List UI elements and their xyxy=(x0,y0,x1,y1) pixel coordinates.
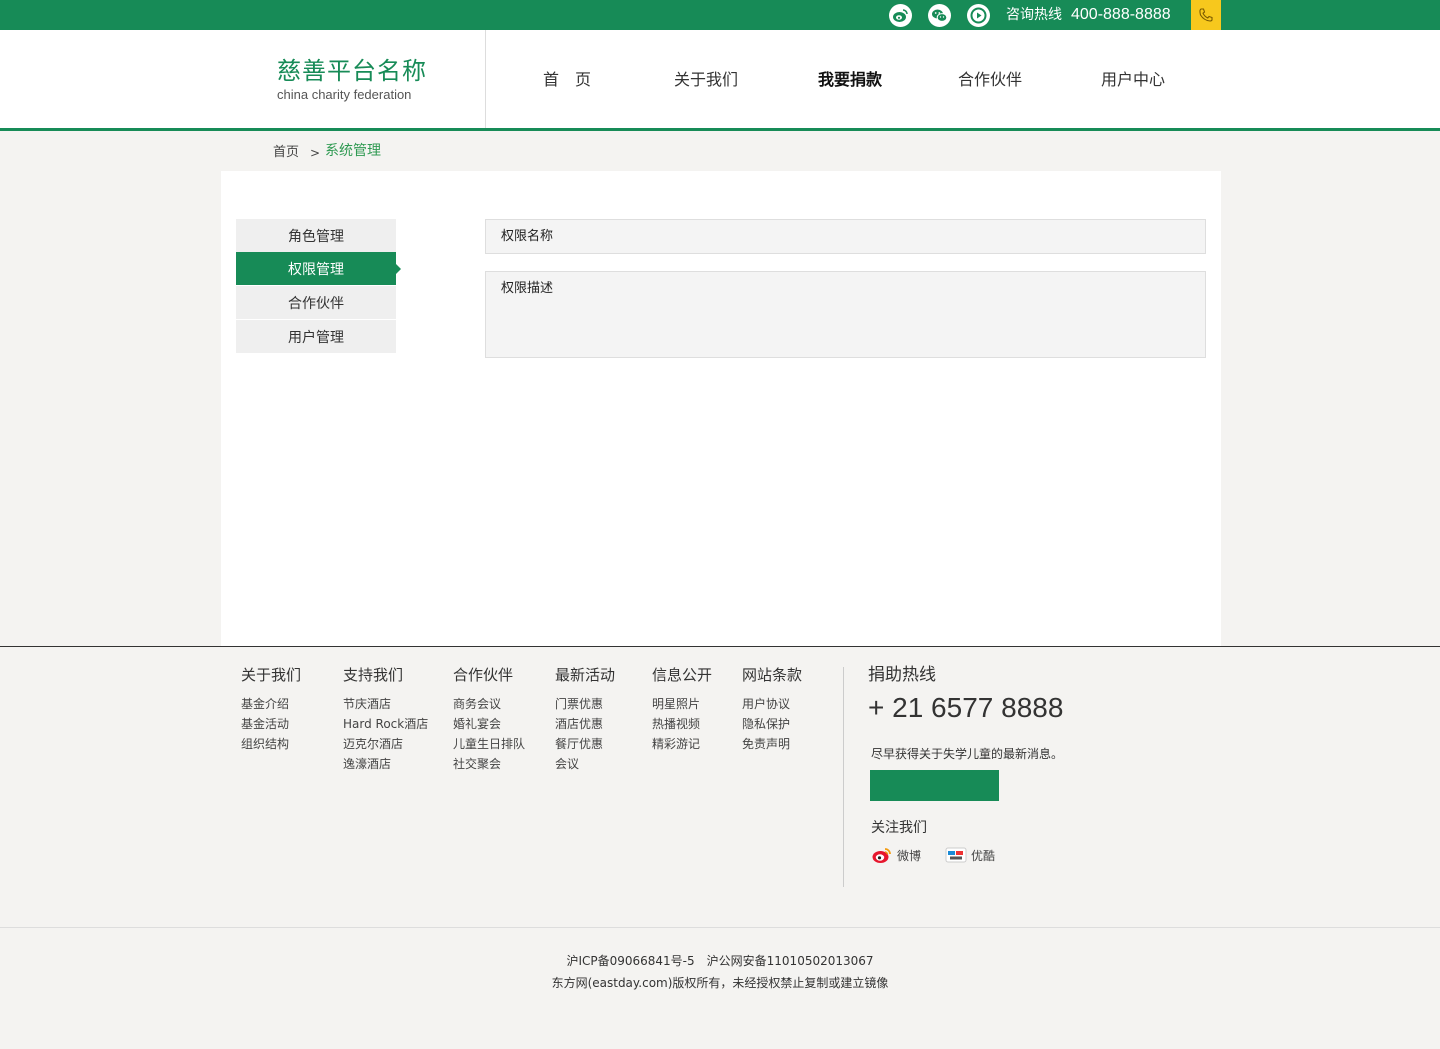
footer-divider xyxy=(843,667,844,887)
footer-col-title: 支持我们 xyxy=(343,666,404,684)
footer-link[interactable]: 基金介绍 xyxy=(241,697,289,711)
icp-record: 沪ICP备09066841号-5 沪公网安备11010502013067 xyxy=(566,954,874,968)
hotline-number: 400-888-8888 xyxy=(1071,6,1171,23)
donation-hotline-title: 捐助热线 xyxy=(868,665,936,685)
phone-icon[interactable] xyxy=(1191,0,1221,30)
footer-col-title: 最新活动 xyxy=(555,666,616,684)
weibo-icon xyxy=(871,846,893,864)
footer-top-border xyxy=(0,646,1440,647)
breadcrumb-separator: > xyxy=(310,146,321,160)
breadcrumb-home[interactable]: 首页 xyxy=(273,145,299,161)
footer-col-title: 网站条款 xyxy=(742,666,803,684)
footer-col-title: 关于我们 xyxy=(241,666,302,684)
footer-link[interactable]: 逸濠酒店 xyxy=(343,757,391,771)
footer-link[interactable]: 会议 xyxy=(555,757,579,771)
logo-title[interactable]: 慈善平台名称 xyxy=(277,56,427,86)
permission-name-label: 权限名称 xyxy=(501,229,554,244)
follow-weibo[interactable]: 微博 xyxy=(871,846,921,864)
video-play-icon[interactable] xyxy=(967,4,990,27)
newsletter-text: 尽早获得关于失学儿童的最新消息。 xyxy=(871,747,1064,761)
footer-link[interactable]: 儿童生日排队 xyxy=(453,737,525,751)
main-panel: 角色管理 权限管理 合作伙伴 用户管理 权限名称 权限描述 xyxy=(221,171,1221,646)
footer-link[interactable]: Hard Rock酒店 xyxy=(343,717,428,731)
header-underline xyxy=(0,128,1440,131)
copyright-notice: 东方网(eastday.com)版权所有，未经授权禁止复制或建立镜像 xyxy=(551,976,889,990)
hotline-label: 咨询热线 xyxy=(1006,7,1062,23)
permission-name-field[interactable]: 权限名称 xyxy=(485,219,1206,254)
permission-description-label: 权限描述 xyxy=(501,281,554,296)
footer-link[interactable]: 餐厅优惠 xyxy=(555,737,603,751)
sidebar-item-permissions[interactable]: 权限管理 xyxy=(236,252,401,285)
follow-weibo-label: 微博 xyxy=(897,848,922,863)
follow-us-title: 关注我们 xyxy=(871,820,927,836)
footer-col-title: 信息公开 xyxy=(652,666,713,684)
site-header: 慈善平台名称 china charity federation 首 页 关于我们… xyxy=(0,30,1440,128)
footer-link[interactable]: 迈克尔酒店 xyxy=(343,737,403,751)
nav-user-center[interactable]: 用户中心 xyxy=(1101,70,1165,90)
footer-col-title: 合作伙伴 xyxy=(453,666,514,684)
footer-link[interactable]: 门票优惠 xyxy=(555,697,603,711)
footer-link[interactable]: 基金活动 xyxy=(241,717,289,731)
youku-icon xyxy=(945,846,967,864)
nav-about[interactable]: 关于我们 xyxy=(674,70,738,90)
footer-link[interactable]: 组织结构 xyxy=(241,737,289,751)
breadcrumb-current: 系统管理 xyxy=(325,143,381,159)
footer-link[interactable]: 隐私保护 xyxy=(742,717,790,731)
nav-partners[interactable]: 合作伙伴 xyxy=(958,70,1022,90)
sidebar-item-partners[interactable]: 合作伙伴 xyxy=(236,286,396,319)
footer-link[interactable]: 节庆酒店 xyxy=(343,697,391,711)
footer-link[interactable]: 热播视频 xyxy=(652,717,700,731)
copyright-divider xyxy=(0,927,1440,928)
nav-donate[interactable]: 我要捐款 xyxy=(818,70,882,90)
donation-hotline-number: + 21 6577 8888 xyxy=(868,692,1064,723)
footer-link[interactable]: 用户协议 xyxy=(742,697,790,711)
sidebar-item-users[interactable]: 用户管理 xyxy=(236,320,396,353)
footer-link[interactable]: 精彩游记 xyxy=(652,737,700,751)
sidebar-item-roles[interactable]: 角色管理 xyxy=(236,219,396,252)
wechat-icon[interactable] xyxy=(928,4,951,27)
follow-youku-label: 优酷 xyxy=(971,848,996,863)
footer-link[interactable]: 婚礼宴会 xyxy=(453,717,501,731)
weibo-icon[interactable] xyxy=(889,4,912,27)
footer-link[interactable]: 明星照片 xyxy=(652,697,700,711)
footer-link[interactable]: 免责声明 xyxy=(742,737,790,751)
subscribe-button[interactable] xyxy=(870,770,999,801)
permission-description-field[interactable]: 权限描述 xyxy=(485,271,1206,358)
header-divider xyxy=(485,30,486,128)
top-bar: 咨询热线 400-888-8888 xyxy=(0,0,1440,30)
footer-link[interactable]: 商务会议 xyxy=(453,697,501,711)
follow-youku[interactable]: 优酷 xyxy=(945,846,995,864)
footer-link[interactable]: 社交聚会 xyxy=(453,757,501,771)
nav-home[interactable]: 首 页 xyxy=(543,70,591,90)
footer-link[interactable]: 酒店优惠 xyxy=(555,717,603,731)
logo-subtitle: china charity federation xyxy=(277,87,412,102)
